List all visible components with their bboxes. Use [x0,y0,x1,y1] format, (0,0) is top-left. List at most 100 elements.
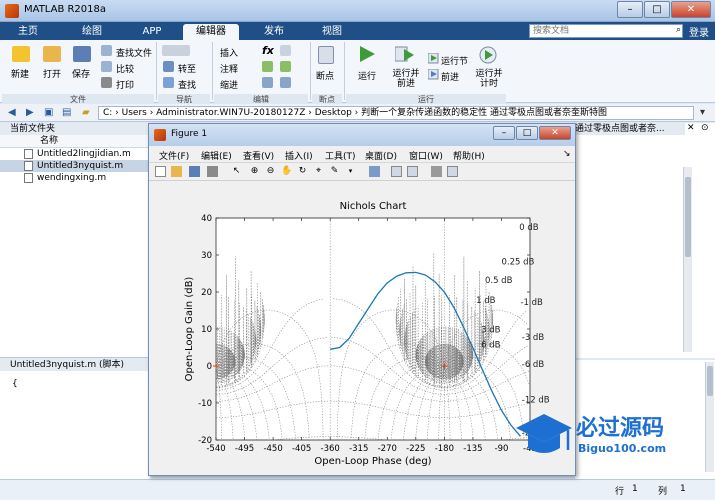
new-button[interactable]: 新建 [11,67,29,80]
folder-up-icon[interactable]: ▣ [44,107,53,118]
back-forward-icon[interactable] [162,45,190,56]
grid-label: -6 dB [522,360,545,370]
menu-help[interactable]: 帮助(H) [453,149,485,162]
rotate-icon[interactable]: ↻ [297,166,308,177]
comment-button[interactable]: 注释 [220,62,238,75]
open-button[interactable]: 打开 [43,67,61,80]
tab-publish[interactable]: 发布 [254,24,294,40]
panel-close-icon[interactable]: ✕ [687,123,695,133]
menu-desktop[interactable]: 桌面(D) [365,149,397,162]
nichols-chart[interactable]: Nichols Chart 0 dB 0.25 dB 0.5 dB 1 dB 3 dB 6… [154,182,570,472]
zoom-out-icon[interactable]: ⊖ [265,166,276,177]
current-folder-path[interactable]: C: › Users › Administrator.WIN7U-2018012… [98,106,694,120]
print-button[interactable]: 打印 [116,78,134,91]
details-panel: { [0,371,150,479]
search-icon[interactable]: ⌕ [676,25,681,35]
link-plot-icon[interactable] [369,166,380,177]
y-tick-label: 30 [201,251,212,261]
insert-button[interactable]: 插入 [220,46,238,59]
goto-button[interactable]: 转至 [178,62,196,75]
path-dropdown-icon[interactable]: ▾ [700,107,705,118]
menu-window[interactable]: 窗口(W) [409,149,443,162]
indent-button[interactable]: 缩进 [220,78,238,91]
new-figure-icon[interactable] [155,166,166,177]
m-file-icon [24,149,33,159]
run-time-button[interactable]: 运行并计时 [474,69,504,89]
indent-icon[interactable] [262,77,273,88]
maximize-button[interactable]: □ [644,1,670,18]
zoom-in-icon[interactable]: ⊕ [249,166,260,177]
panel-menu-icon[interactable]: ⊙ [701,123,709,133]
menu-file[interactable]: 文件(F) [159,149,189,162]
breakpoints-button[interactable]: 断点 [316,69,334,82]
minimize-button[interactable]: – [617,1,643,18]
figure-maximize-button[interactable]: □ [516,126,538,140]
grid-label: -12 dB [522,395,550,405]
file-item-selected[interactable]: Untitled3nyquist.m [0,160,149,172]
divider [156,42,157,100]
menu-tools[interactable]: 工具(T) [325,149,356,162]
print-figure-icon[interactable] [207,166,218,177]
tab-apps[interactable]: APP [130,24,174,40]
insert-legend-icon[interactable] [407,166,418,177]
figure-minimize-button[interactable]: – [493,126,515,140]
close-button[interactable]: ✕ [671,1,711,18]
file-group-label: 文件 [2,94,154,104]
save-button[interactable]: 保存 [72,67,90,80]
file-item[interactable]: wendingxing.m [0,172,149,184]
back-arrow-icon[interactable]: ◀ [8,107,16,118]
tab-editor[interactable]: 编辑器 [183,24,239,40]
find-files-icon [101,45,112,56]
figure-close-button[interactable]: ✕ [539,126,571,140]
login-link[interactable]: 登录 [689,24,709,39]
fx-icon[interactable]: fx [262,44,274,57]
data-cursor-icon[interactable]: ⌖ [313,166,324,177]
tab-view[interactable]: 视图 [312,24,352,40]
outdent-icon[interactable] [280,77,291,88]
row-value: 1 [632,484,638,494]
show-plot-tools-icon[interactable] [447,166,458,177]
figure-title-bar[interactable]: Figure 1 – □ ✕ [149,124,575,146]
brush-icon[interactable]: ✎ [329,166,340,177]
browse-folder-icon[interactable]: ▤ [62,107,71,118]
pan-icon[interactable]: ✋ [281,166,292,177]
compare-button[interactable]: 比较 [116,62,134,75]
run-section-button[interactable]: 运行节 [441,54,468,67]
m-file-icon [24,173,33,183]
forward-arrow-icon[interactable]: ▶ [26,107,34,118]
run-advance-icon [395,46,414,62]
editor-tab-label[interactable]: 通过零极点图或者奈... [575,123,685,135]
scrollbar-thumb[interactable] [685,177,691,257]
menu-view[interactable]: 查看(V) [243,149,274,162]
open-file-icon[interactable] [171,166,182,177]
x-tick-label: -315 [349,444,368,454]
vertical-scrollbar[interactable] [683,167,692,352]
save-figure-icon[interactable] [189,166,200,177]
comment-icon[interactable] [262,61,273,72]
insert-function-icon[interactable] [280,45,291,56]
hide-plot-tools-icon[interactable] [431,166,442,177]
tab-plots[interactable]: 绘图 [70,24,114,40]
divider [212,42,213,100]
title-bar: MATLAB R2018a – □ ✕ [0,0,715,22]
uncomment-icon[interactable] [280,61,291,72]
advance-button[interactable]: 前进 [441,70,459,83]
grid-label: -1 dB [520,298,543,308]
tab-home[interactable]: 主页 [8,24,48,40]
name-column-header[interactable]: 名称 [0,135,149,148]
file-item[interactable]: Untitled2lingjidian.m [0,148,149,160]
insert-colorbar-icon[interactable] [391,166,402,177]
menu-dock-icon[interactable]: ↘ [563,149,571,159]
find-button[interactable]: 查找 [178,78,196,91]
menu-edit[interactable]: 编辑(E) [201,149,232,162]
menu-insert[interactable]: 插入(I) [285,149,313,162]
details-title: Untitled3nyquist.m (脚本) [0,357,150,371]
find-files-button[interactable]: 查找文件 [116,46,152,59]
scrollbar-thumb[interactable] [707,366,713,396]
run-button[interactable]: 运行 [358,69,376,82]
search-input[interactable] [530,25,666,37]
brush-dropdown-icon[interactable]: ▾ [345,166,356,177]
run-advance-button[interactable]: 运行并前进 [391,69,421,89]
row-label: 行 [615,487,625,497]
pointer-icon[interactable]: ↖ [231,166,242,177]
